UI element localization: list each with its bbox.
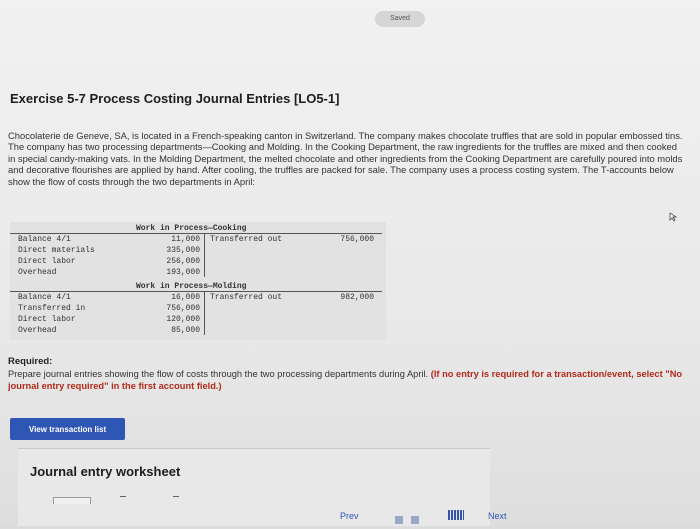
t-account-cooking-topline: [10, 233, 382, 234]
t-accounts-table: Work in Process—Cooking Balance 4/1 Dire…: [10, 222, 386, 340]
page-dot[interactable]: [411, 516, 420, 524]
cooking-debit-value: 193,000: [166, 268, 200, 277]
required-heading: Required:: [8, 356, 53, 367]
molding-debit-value: 85,000: [171, 326, 200, 335]
worksheet-tab[interactable]: [53, 497, 91, 504]
cooking-debit-label: Direct materials: [18, 246, 95, 255]
worksheet-title: Journal entry worksheet: [30, 464, 181, 479]
exercise-title: Exercise 5-7 Process Costing Journal Ent…: [10, 91, 340, 106]
cooking-debit-label: Direct labor: [18, 257, 76, 266]
problem-description: Chocolaterie de Geneve, SA, is located i…: [8, 130, 683, 187]
t-account-cooking-title: Work in Process—Cooking: [136, 224, 247, 233]
molding-debit-label: Transferred in: [18, 304, 86, 313]
view-transaction-list-button[interactable]: View transaction list: [10, 418, 125, 440]
t-account-molding-topline: [10, 291, 382, 292]
cooking-credit-label: Transferred out: [210, 235, 283, 244]
cooking-debit-value: 335,000: [166, 246, 200, 255]
molding-debit-label: Balance 4/1: [18, 293, 71, 302]
molding-credit-label: Transferred out: [210, 293, 283, 302]
molding-debit-value: 16,000: [171, 293, 200, 302]
worksheet-dash: [173, 496, 179, 497]
molding-debit-value: 120,000: [166, 315, 200, 324]
saved-status-badge: Saved: [375, 11, 425, 27]
molding-debit-label: Direct labor: [18, 315, 76, 324]
page-dot[interactable]: [395, 516, 403, 524]
cooking-credit-value: 756,000: [340, 235, 374, 244]
mouse-cursor-icon: [669, 212, 677, 222]
molding-credit-value: 982,000: [340, 293, 374, 302]
next-button[interactable]: Next: [488, 511, 507, 521]
grid-icon[interactable]: [448, 510, 464, 520]
molding-debit-label: Overhead: [18, 326, 57, 335]
required-text: Prepare journal entries showing the flow…: [8, 369, 429, 379]
worksheet-tabs: [53, 491, 107, 509]
page: Saved Exercise 5-7 Process Costing Journ…: [0, 0, 700, 526]
molding-debit-value: 756,000: [166, 304, 200, 313]
cooking-debit-label: Balance 4/1: [18, 235, 71, 244]
cooking-debit-value: 11,000: [171, 235, 200, 244]
t-account-molding-divider: [204, 291, 205, 335]
worksheet-dash: [120, 496, 126, 497]
t-account-cooking-divider: [204, 233, 205, 277]
prev-button[interactable]: Prev: [340, 511, 359, 521]
t-account-molding-title: Work in Process—Molding: [136, 282, 247, 291]
cooking-debit-value: 256,000: [166, 257, 200, 266]
page-indicator: [395, 511, 423, 529]
bottom-navigation: Prev Next: [300, 500, 700, 525]
cooking-debit-label: Overhead: [18, 268, 57, 277]
required-instructions: Prepare journal entries showing the flow…: [8, 369, 688, 392]
